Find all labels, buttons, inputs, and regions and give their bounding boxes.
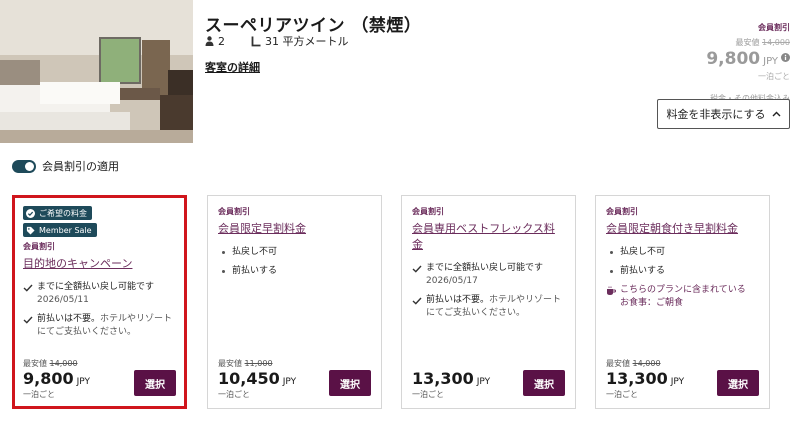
original-price: 最安値 14,000 <box>735 38 790 47</box>
rate-plan-name[interactable]: 会員限定朝食付き早割料金 <box>606 220 759 236</box>
price-amount: 13,300 <box>412 369 474 388</box>
original-price: 最安値 14,000 <box>23 359 78 368</box>
member-discount-toggle[interactable] <box>12 159 36 173</box>
bullet-icon <box>610 251 613 254</box>
room-area: 31 平方メートル <box>251 33 349 49</box>
check-icon <box>412 265 422 273</box>
price-amount: 10,450 <box>218 369 280 388</box>
rate-feature-meal: こちらのプランに含まれている お食事：ご朝食 <box>606 284 759 310</box>
price-amount: 13,300 <box>606 369 668 388</box>
room-photo[interactable] <box>0 0 193 143</box>
member-discount-label: 会員割引 <box>23 242 55 251</box>
check-icon <box>412 297 422 305</box>
check-circle-icon <box>26 208 35 218</box>
preferred-rate-badge: ご希望の料金 <box>23 206 92 220</box>
member-sale-badge: Member Sale <box>23 223 97 237</box>
rate-plan-name[interactable]: 会員限定早割料金 <box>218 220 371 236</box>
per-night-label: 一泊ごと <box>218 390 250 399</box>
occupancy-count: 2 <box>218 34 225 48</box>
hide-price-button[interactable]: 料金を非表示にする <box>657 99 790 129</box>
rate-price: 最安値 11,000 10,450 JPY 一泊ごと <box>218 358 296 400</box>
occupancy: 2 <box>205 35 225 48</box>
rate-plan-name[interactable]: 目的地のキャンペーン <box>23 255 176 271</box>
select-button[interactable]: 選択 <box>523 370 565 396</box>
select-button[interactable]: 選択 <box>329 370 371 396</box>
per-night-label: 一泊ごと <box>606 390 638 399</box>
tag-icon <box>26 226 35 235</box>
bullet-icon <box>222 270 225 273</box>
member-discount-label: 会員割引 <box>606 207 638 216</box>
rate-feature: までに全額払い戻し可能です 2026/05/11 <box>23 281 176 307</box>
rate-feature: 前払いは不要。ホテルやリゾートにてご支払いください。 <box>23 313 176 339</box>
hide-price-label: 料金を非表示にする <box>666 108 766 121</box>
rate-card[interactable]: ご希望の料金 Member Sale 会員割引 目的地のキャンペーン までに全額… <box>12 195 187 409</box>
price-amount: 9,800 <box>706 49 761 69</box>
rate-price: 最安値 14,000 13,300 JPY 一泊ごと <box>606 358 684 400</box>
rate-card[interactable]: 会員割引 会員専用ベストフレックス料金 までに全額払い戻し可能です 2026/05… <box>401 195 576 409</box>
rate-card[interactable]: 会員割引 会員限定朝食付き早割料金 払戻し不可 前払いする こちらのプランに含ま… <box>595 195 770 409</box>
price-amount-row: 9,800 JPY <box>630 49 790 69</box>
per-night-label: 一泊ごと <box>23 390 55 399</box>
rate-feature: 払戻し不可 <box>218 246 371 259</box>
price-summary: 会員割引 最安値 14,000 9,800 JPY 一泊ごと 税金・その他料金込… <box>630 22 790 104</box>
member-discount-label: 会員割引 <box>412 207 444 216</box>
rate-features: 払戻し不可 前払いする <box>218 246 371 278</box>
rate-feature: までに全額払い戻し可能です 2026/05/17 <box>412 262 565 288</box>
per-night-label: 一泊ごと <box>758 72 790 81</box>
check-icon <box>23 316 33 324</box>
rate-features: までに全額払い戻し可能です 2026/05/17 前払いは不要。ホテルやリゾートに… <box>412 262 565 320</box>
price-amount: 9,800 <box>23 369 74 388</box>
per-night-label: 一泊ごと <box>412 390 444 399</box>
rate-feature: 前払いする <box>606 265 759 278</box>
coffee-cup-icon <box>607 286 616 295</box>
price-currency: JPY <box>763 56 778 67</box>
person-icon <box>205 36 214 46</box>
rate-price: 最安値 14,000 9,800 JPY 一泊ごと <box>23 358 90 400</box>
toggle-knob <box>25 161 34 171</box>
price-currency: JPY <box>670 377 685 387</box>
price-currency: JPY <box>282 377 297 387</box>
check-icon <box>23 284 33 292</box>
member-discount-toggle-row: 会員割引の適用 <box>12 158 119 174</box>
rate-feature: 前払いする <box>218 265 371 278</box>
rate-feature: 払戻し不可 <box>606 246 759 259</box>
rate-feature: 前払いは不要。ホテルやリゾートにてご支払いください。 <box>412 294 565 320</box>
rate-price: 13,300 JPY 一泊ごと <box>412 369 490 400</box>
rate-plan-name[interactable]: 会員専用ベストフレックス料金 <box>412 220 565 252</box>
rate-card[interactable]: 会員割引 会員限定早割料金 払戻し不可 前払いする 最安値 11,000 10,… <box>207 195 382 409</box>
select-button[interactable]: 選択 <box>717 370 759 396</box>
room-area-value: 31 平方メートル <box>265 35 349 48</box>
bullet-icon <box>222 251 225 254</box>
member-discount-toggle-label: 会員割引の適用 <box>42 160 119 173</box>
select-button[interactable]: 選択 <box>134 370 176 396</box>
original-price: 最安値 11,000 <box>218 359 273 368</box>
price-currency: JPY <box>76 377 90 387</box>
info-icon[interactable] <box>781 53 790 62</box>
member-discount-label: 会員割引 <box>218 207 250 216</box>
room-meta: 2 31 平方メートル <box>205 33 349 49</box>
room-details-link[interactable]: 客室の詳細 <box>205 59 260 75</box>
rate-features: までに全額払い戻し可能です 2026/05/11 前払いは不要。ホテルやリゾートに… <box>23 281 176 339</box>
member-discount-label: 会員割引 <box>758 23 790 32</box>
rate-badges: ご希望の料金 Member Sale <box>23 206 176 240</box>
bullet-icon <box>610 270 613 273</box>
price-currency: JPY <box>476 377 491 387</box>
chevron-up-icon <box>772 111 781 117</box>
rate-features: 払戻し不可 前払いする こちらのプランに含まれている お食事：ご朝食 <box>606 246 759 310</box>
original-price: 最安値 14,000 <box>606 359 661 368</box>
room-size-icon <box>251 36 261 46</box>
